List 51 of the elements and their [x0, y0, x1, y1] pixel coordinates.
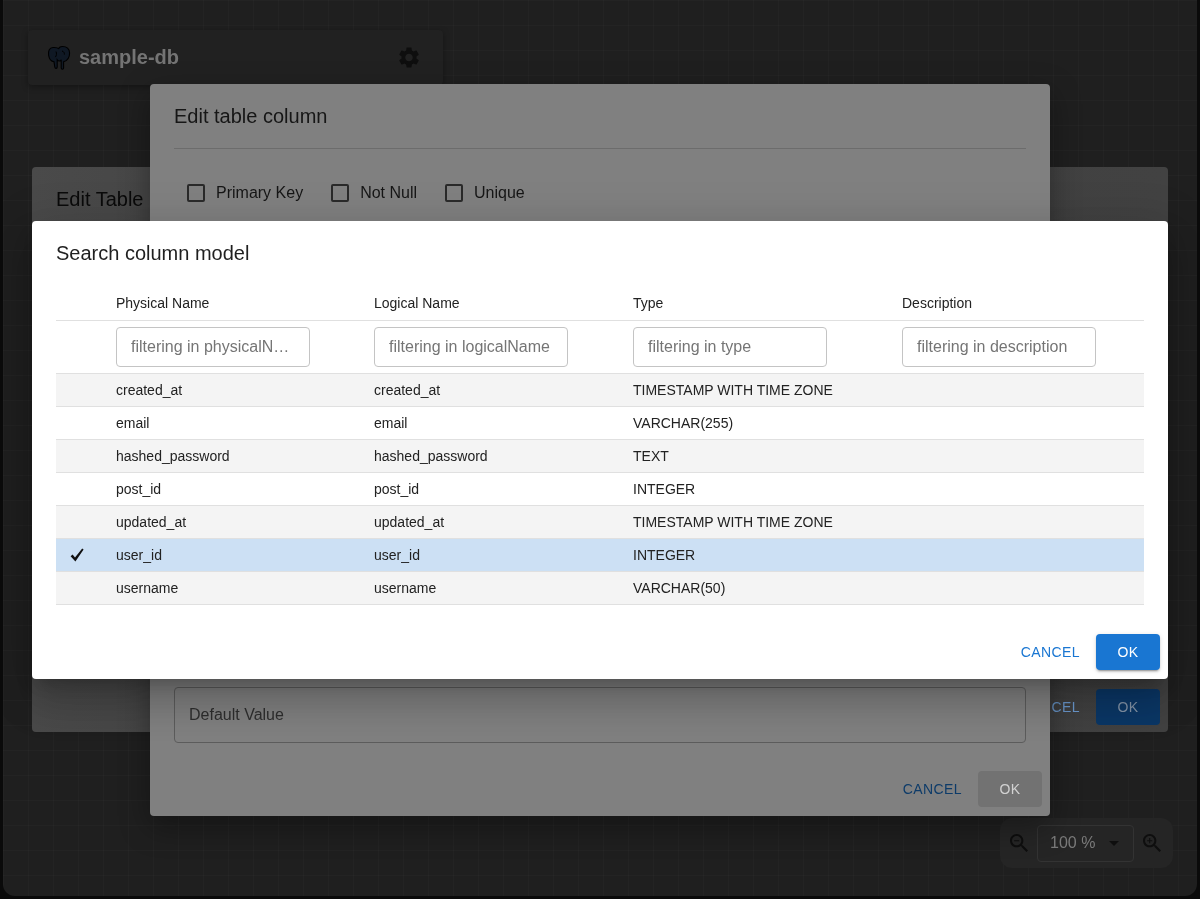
- table-cell-text: hashed_password: [116, 448, 231, 464]
- column-header: Description: [902, 294, 974, 311]
- table-cell-text: TIMESTAMP WITH TIME ZONE: [633, 514, 834, 530]
- table-cell-text: INTEGER: [633, 547, 697, 563]
- checkbox[interactable]: [331, 184, 350, 202]
- check-icon: [70, 548, 84, 562]
- default-value-field[interactable]: Default Value: [174, 687, 1026, 743]
- filter-field[interactable]: filtering in logicalName: [374, 327, 568, 367]
- app-title: sample-db: [79, 46, 180, 69]
- table-row[interactable]: updated_at updated_at TIMESTAMP WITH TIME ZONE: [56, 506, 1144, 539]
- filter-field[interactable]: filtering in type: [633, 327, 827, 367]
- table-cell-text: TIMESTAMP WITH TIME ZONE: [633, 382, 834, 398]
- cancel-button[interactable]: CANCEL: [1012, 634, 1088, 670]
- table-cell-text: post_id: [374, 481, 421, 497]
- checkbox-label: Not Null: [360, 184, 418, 202]
- checkbox[interactable]: [187, 184, 205, 202]
- ok-button[interactable]: OK: [1096, 689, 1160, 725]
- table-row[interactable]: user_id user_id INTEGER: [56, 539, 1144, 572]
- table-cell-text: user_id: [374, 547, 421, 563]
- elephant-icon: [47, 45, 71, 70]
- column-header: Physical Name: [116, 294, 211, 311]
- table-cell-text: VARCHAR(50): [633, 580, 727, 596]
- table-cell-text: updated_at: [374, 514, 446, 530]
- table-row[interactable]: username username VARCHAR(50): [56, 572, 1144, 605]
- checkbox-label: Primary Key: [216, 184, 304, 202]
- table-row[interactable]: created_at created_at TIMESTAMP WITH TIME ZONE: [56, 374, 1144, 407]
- table-cell-text: post_id: [116, 481, 163, 497]
- table-cell-text: email: [116, 415, 151, 431]
- table-row[interactable]: hashed_password hashed_password TEXT: [56, 440, 1144, 473]
- zoom-select[interactable]: 100 %: [1037, 824, 1134, 862]
- table-cell-text: TEXT: [633, 448, 670, 464]
- dialog-title: Edit table column: [174, 104, 328, 128]
- filter-field[interactable]: filtering in physicalN…: [116, 327, 310, 367]
- table-cell-text: created_at: [116, 382, 184, 398]
- checkbox-label: Unique: [474, 184, 525, 202]
- table-cell-text: VARCHAR(255): [633, 415, 735, 431]
- dialog-title: Search column model: [56, 241, 250, 265]
- table-cell-text: email: [374, 415, 409, 431]
- table-cell-text: user_id: [116, 547, 163, 563]
- table-cell-text: hashed_password: [374, 448, 489, 464]
- table-cell-text: created_at: [374, 382, 442, 398]
- column-header: Type: [633, 294, 665, 311]
- table-cell-text: username: [116, 580, 180, 596]
- table-cell-text: username: [374, 580, 438, 596]
- column-header: Logical Name: [374, 294, 461, 311]
- checkbox[interactable]: [445, 184, 464, 202]
- dialog-title: Edit Table: [56, 187, 144, 211]
- table-cell-text: updated_at: [116, 514, 188, 530]
- table-cell-text: INTEGER: [633, 481, 697, 497]
- filter-field[interactable]: filtering in description: [902, 327, 1096, 367]
- ok-button[interactable]: OK: [1096, 634, 1160, 670]
